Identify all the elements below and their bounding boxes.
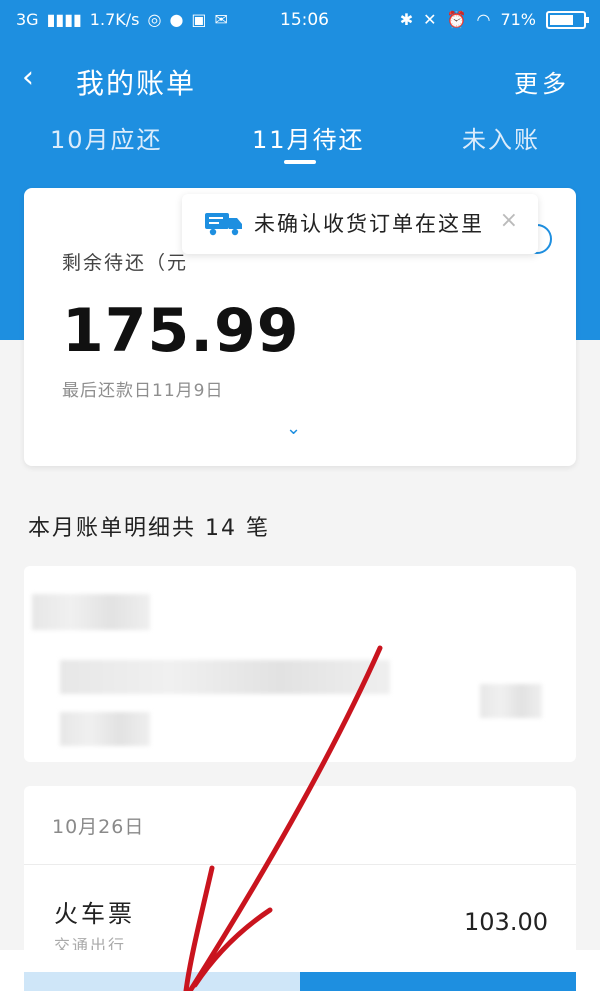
primary-button[interactable] bbox=[300, 972, 576, 991]
status-bar: 3G ▮▮▮▮ 1.7K/s ◎ ● ▣ ✉ 15:06 ✱ ✕ ⏰ ◠ 71% bbox=[0, 0, 600, 40]
network-label: 3G bbox=[16, 10, 39, 29]
alarm-icon: ⏰ bbox=[446, 10, 467, 29]
bottom-bar bbox=[0, 950, 600, 991]
item-title: 火车票 bbox=[54, 900, 135, 928]
blurred-content bbox=[60, 712, 150, 746]
chevron-left-icon: ‹ bbox=[22, 60, 34, 95]
close-icon[interactable]: × bbox=[500, 208, 518, 233]
wechat-icon: ✉ bbox=[214, 10, 228, 29]
tooltip-text: 未确认收货订单在这里 bbox=[254, 212, 484, 236]
blurred-content bbox=[480, 684, 542, 718]
tab-october-due[interactable]: 10月应还 bbox=[50, 120, 163, 155]
blurred-content bbox=[60, 660, 390, 694]
truck-icon bbox=[205, 213, 242, 236]
battery-percent: 71% bbox=[500, 10, 536, 29]
tab-november-pending[interactable]: 11月待还 bbox=[252, 120, 365, 155]
remaining-label: 剩余待还（元 bbox=[62, 252, 189, 274]
battery-level bbox=[550, 14, 573, 25]
app-icon: ● bbox=[169, 10, 184, 29]
back-button[interactable]: ‹ bbox=[22, 58, 34, 98]
chevron-down-icon[interactable]: ⌄ bbox=[286, 418, 301, 439]
section-title: 本月账单明细共 14 笔 bbox=[28, 516, 270, 541]
app-icon: ▣ bbox=[191, 10, 207, 29]
blurred-card bbox=[24, 566, 576, 762]
bluetooth-icon: ✱ bbox=[399, 10, 414, 29]
blurred-content bbox=[32, 594, 150, 630]
signal-icon: ▮▮▮▮ bbox=[46, 10, 82, 29]
item-amount: 103.00 bbox=[464, 908, 548, 936]
tooltip[interactable]: 未确认收货订单在这里 × bbox=[182, 194, 538, 254]
app-icon: ◎ bbox=[147, 10, 162, 29]
page-title: 我的账单 bbox=[76, 67, 197, 100]
active-tab-indicator bbox=[284, 160, 316, 164]
clock: 15:06 bbox=[280, 10, 329, 30]
mute-icon: ✕ bbox=[423, 10, 437, 29]
group-date: 10月26日 bbox=[52, 816, 145, 838]
more-button[interactable]: 更多 bbox=[514, 64, 570, 99]
secondary-button[interactable] bbox=[24, 972, 300, 991]
title-bar: ‹ 我的账单 更多 bbox=[0, 50, 600, 108]
due-date: 最后还款日11月9日 bbox=[62, 381, 224, 401]
remaining-amount: 175.99 bbox=[62, 296, 300, 366]
wifi-icon: ◠ bbox=[476, 10, 491, 29]
battery-icon bbox=[546, 10, 589, 29]
tab-unposted[interactable]: 未入账 bbox=[462, 120, 540, 155]
network-speed: 1.7K/s bbox=[89, 10, 140, 29]
divider bbox=[24, 864, 576, 865]
